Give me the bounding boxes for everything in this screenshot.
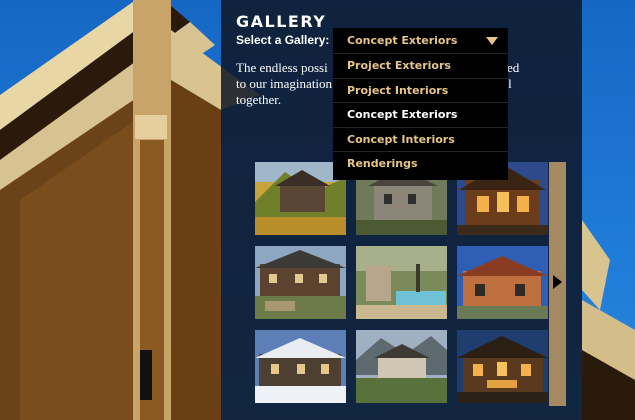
dropdown-option-concept-interiors[interactable]: Concept Interiors [333,128,508,153]
thumbnail-9[interactable] [457,330,548,403]
gallery-dropdown[interactable]: Concept Exteriors Project Exteriors Proj… [333,28,508,180]
dropdown-option-project-interiors[interactable]: Project Interiors [333,79,508,104]
intro-line-2-left: to our imagination [236,76,333,91]
thumbnail-4[interactable] [255,246,346,319]
dropdown-selected-label: Concept Exteriors [347,34,458,47]
thumbnail-6[interactable] [457,246,548,319]
intro-line-1-left: The endless possi [236,60,328,75]
dropdown-option-concept-exteriors[interactable]: Concept Exteriors [333,103,508,128]
arrow-right-icon[interactable] [553,275,562,289]
thumbnail-grid [255,162,548,406]
dropdown-option-project-exteriors[interactable]: Project Exteriors [333,54,508,79]
select-gallery-label: Select a Gallery: [236,33,330,47]
dropdown-selected[interactable]: Concept Exteriors [333,28,508,54]
thumbnail-5[interactable] [356,246,447,319]
scroll-next-button[interactable] [549,162,566,406]
gallery-title: GALLERY [236,12,327,31]
thumbnail-8[interactable] [356,330,447,403]
thumbnail-7[interactable] [255,330,346,403]
caret-down-icon[interactable] [486,37,498,45]
dropdown-option-renderings[interactable]: Renderings [333,152,508,177]
